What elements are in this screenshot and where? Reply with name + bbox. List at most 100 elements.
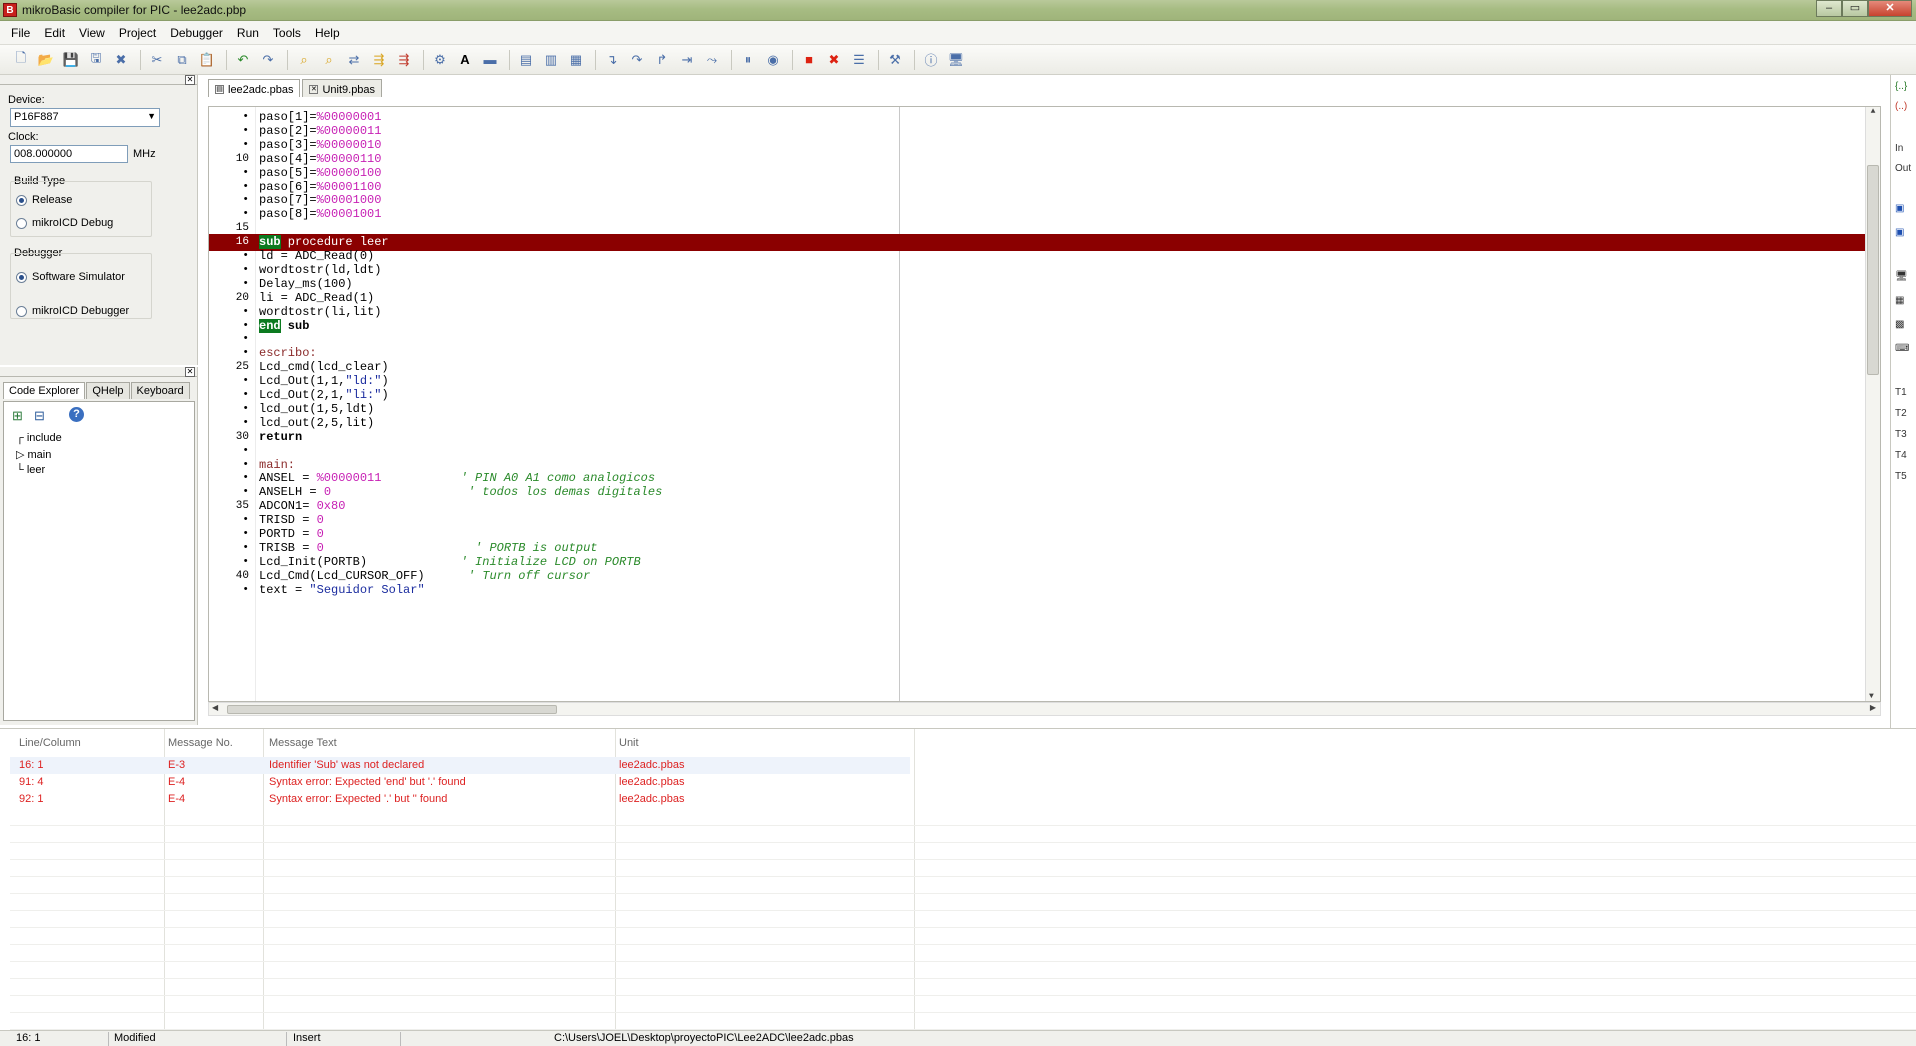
message-row[interactable]: 92: 1 E-4 Syntax error: Expected '.' but… (10, 791, 910, 808)
options-icon[interactable]: ⚒ (884, 49, 906, 71)
rightbar-item-t3[interactable]: T3 (1895, 429, 1907, 440)
find-next-icon[interactable]: ⌕ (318, 49, 340, 71)
scroll-right-icon[interactable]: ▶ (1870, 703, 1876, 712)
toggle-view-icon[interactable]: ▬ (479, 49, 501, 71)
horizontal-scrollbar[interactable]: ◀ ▶ (208, 702, 1881, 716)
col-unit[interactable]: Unit (619, 737, 639, 749)
font-icon[interactable]: A (454, 49, 476, 71)
menu-edit[interactable]: Edit (37, 21, 72, 45)
undo-icon[interactable]: ↶ (232, 49, 254, 71)
scroll-left-icon[interactable]: ◀ (212, 703, 218, 712)
copy-icon[interactable]: ⧉ (171, 49, 193, 71)
cursor-position: 16: 1 (16, 1032, 41, 1044)
scroll-down-icon[interactable]: ▼ (1869, 692, 1874, 701)
menu-tools[interactable]: Tools (266, 21, 308, 45)
rightbar-item-in[interactable]: In (1895, 143, 1903, 154)
comment-icon[interactable]: ▤ (515, 49, 537, 71)
save-all-icon[interactable]: 🖫 (85, 49, 107, 71)
col-message-text[interactable]: Message Text (269, 737, 337, 749)
menu-run[interactable]: Run (230, 21, 266, 45)
tab-keyboard[interactable]: Keyboard (130, 382, 190, 399)
indent-icon[interactable]: ▦ (565, 49, 587, 71)
menu-debugger[interactable]: Debugger (163, 21, 230, 45)
help-icon[interactable]: ? (69, 407, 84, 422)
step-into-icon[interactable]: ↴ (601, 49, 623, 71)
stop-icon[interactable]: ■ (798, 49, 820, 71)
radio-selected-icon (16, 194, 27, 206)
scroll-up-icon[interactable]: ▲ (1866, 107, 1880, 116)
monitor-icon[interactable]: 🖥 (1895, 271, 1908, 282)
tab-unit9[interactable]: ✕ Unit9.pbas (302, 79, 383, 97)
rightbar-item-t1[interactable]: T1 (1895, 387, 1907, 398)
message-row[interactable]: 16: 1 E-3 Identifier 'Sub' was not decla… (10, 757, 910, 774)
tab-code-explorer[interactable]: Code Explorer (3, 382, 86, 399)
minimize-button[interactable]: – (1816, 0, 1842, 17)
close-panel-icon[interactable]: ✕ (185, 75, 195, 85)
new-file-icon[interactable]: 🗋 (10, 49, 32, 71)
rightbar-item-0[interactable]: {..} (1895, 81, 1907, 92)
icd-debugger-radio[interactable]: mikroICD Debugger (16, 305, 129, 317)
cut-icon[interactable]: ✂ (146, 49, 168, 71)
device-select[interactable]: P16F887 ▼ (10, 108, 160, 127)
scroll-thumb[interactable] (227, 705, 557, 714)
rightbar-item-t2[interactable]: T2 (1895, 408, 1907, 419)
tree-item-include[interactable]: ┌ include (16, 432, 62, 444)
close-tab-icon[interactable]: ✕ (309, 85, 319, 94)
begin-end-icon[interactable]: ▣ (1895, 203, 1904, 214)
collapse-all-icon[interactable]: ⊟ (34, 408, 45, 424)
icd-debug-radio[interactable]: mikroICD Debug (16, 217, 113, 229)
rightbar-item-out[interactable]: Out (1895, 163, 1911, 174)
menu-view[interactable]: View (72, 21, 112, 45)
paste-icon[interactable]: 📋 (196, 49, 218, 71)
image-icon[interactable]: ▦ (1895, 295, 1904, 306)
about-icon[interactable]: 🖥 (945, 49, 967, 71)
clear-breakpoints-icon[interactable]: ✖ (823, 49, 845, 71)
code-line[interactable]: • text = "Seguidor Solar" (209, 582, 1869, 599)
keyboard-icon[interactable]: ⌨ (1895, 343, 1909, 354)
step-out-icon[interactable]: ↱ (651, 49, 673, 71)
begin-end-2-icon[interactable]: ▣ (1895, 227, 1904, 238)
rightbar-item-t5[interactable]: T5 (1895, 471, 1907, 482)
scroll-thumb[interactable] (1867, 165, 1879, 375)
rightbar-item-1[interactable]: (..) (1895, 101, 1907, 112)
build-icon[interactable]: ⚙ (429, 49, 451, 71)
message-row[interactable]: 91: 4 E-4 Syntax error: Expected 'end' b… (10, 774, 910, 791)
expand-all-icon[interactable]: ⊞ (12, 408, 23, 424)
step-over-icon[interactable]: ↷ (626, 49, 648, 71)
code-editor[interactable]: • paso[1]=%00000001 • paso[2]=%00000011 • pas… (208, 106, 1881, 702)
find-files-icon[interactable]: ⇶ (393, 49, 415, 71)
maximize-button[interactable]: ▭ (1842, 0, 1868, 17)
rightbar-item-t4[interactable]: T4 (1895, 450, 1907, 461)
replace-icon[interactable]: ⇄ (343, 49, 365, 71)
close-file-icon[interactable]: ✖ (110, 49, 132, 71)
pause-icon[interactable]: ⏸ (737, 49, 759, 71)
jump-icon[interactable]: ⤳ (701, 49, 723, 71)
vertical-scrollbar[interactable]: ▲ ▼ (1865, 107, 1880, 701)
run-to-cursor-icon[interactable]: ⇥ (676, 49, 698, 71)
tab-lee2adc[interactable]: ▤ lee2adc.pbas (208, 79, 301, 97)
menu-file[interactable]: File (4, 21, 37, 45)
menu-project[interactable]: Project (112, 21, 163, 45)
tab-qhelp[interactable]: QHelp (86, 382, 130, 399)
menu-help[interactable]: Help (308, 21, 347, 45)
chip-icon[interactable]: ▩ (1895, 319, 1904, 330)
close-panel-icon[interactable]: ✕ (185, 367, 195, 377)
redo-icon[interactable]: ↷ (257, 49, 279, 71)
save-icon[interactable]: 💾 (60, 49, 82, 71)
open-file-icon[interactable]: 📂 (35, 49, 57, 71)
close-window-button[interactable]: ✕ (1868, 0, 1912, 17)
release-radio[interactable]: Release (16, 194, 72, 206)
find-in-files-icon[interactable]: ⇶ (368, 49, 390, 71)
uncomment-icon[interactable]: ▥ (540, 49, 562, 71)
col-line-column[interactable]: Line/Column (19, 737, 81, 749)
col-message-no[interactable]: Message No. (168, 737, 233, 749)
software-simulator-radio[interactable]: Software Simulator (16, 271, 125, 283)
breakpoint-icon[interactable]: ◉ (762, 49, 784, 71)
find-icon[interactable]: ⌕ (293, 49, 315, 71)
watch-icon[interactable]: ☰ (848, 49, 870, 71)
clock-input[interactable]: 008.000000 (10, 145, 128, 163)
tree-item-main[interactable]: ▷ main (16, 448, 51, 461)
tree-item-leer[interactable]: └ leer (16, 464, 45, 476)
help-icon[interactable]: ⓘ (920, 49, 942, 71)
line-number: • (242, 583, 249, 596)
